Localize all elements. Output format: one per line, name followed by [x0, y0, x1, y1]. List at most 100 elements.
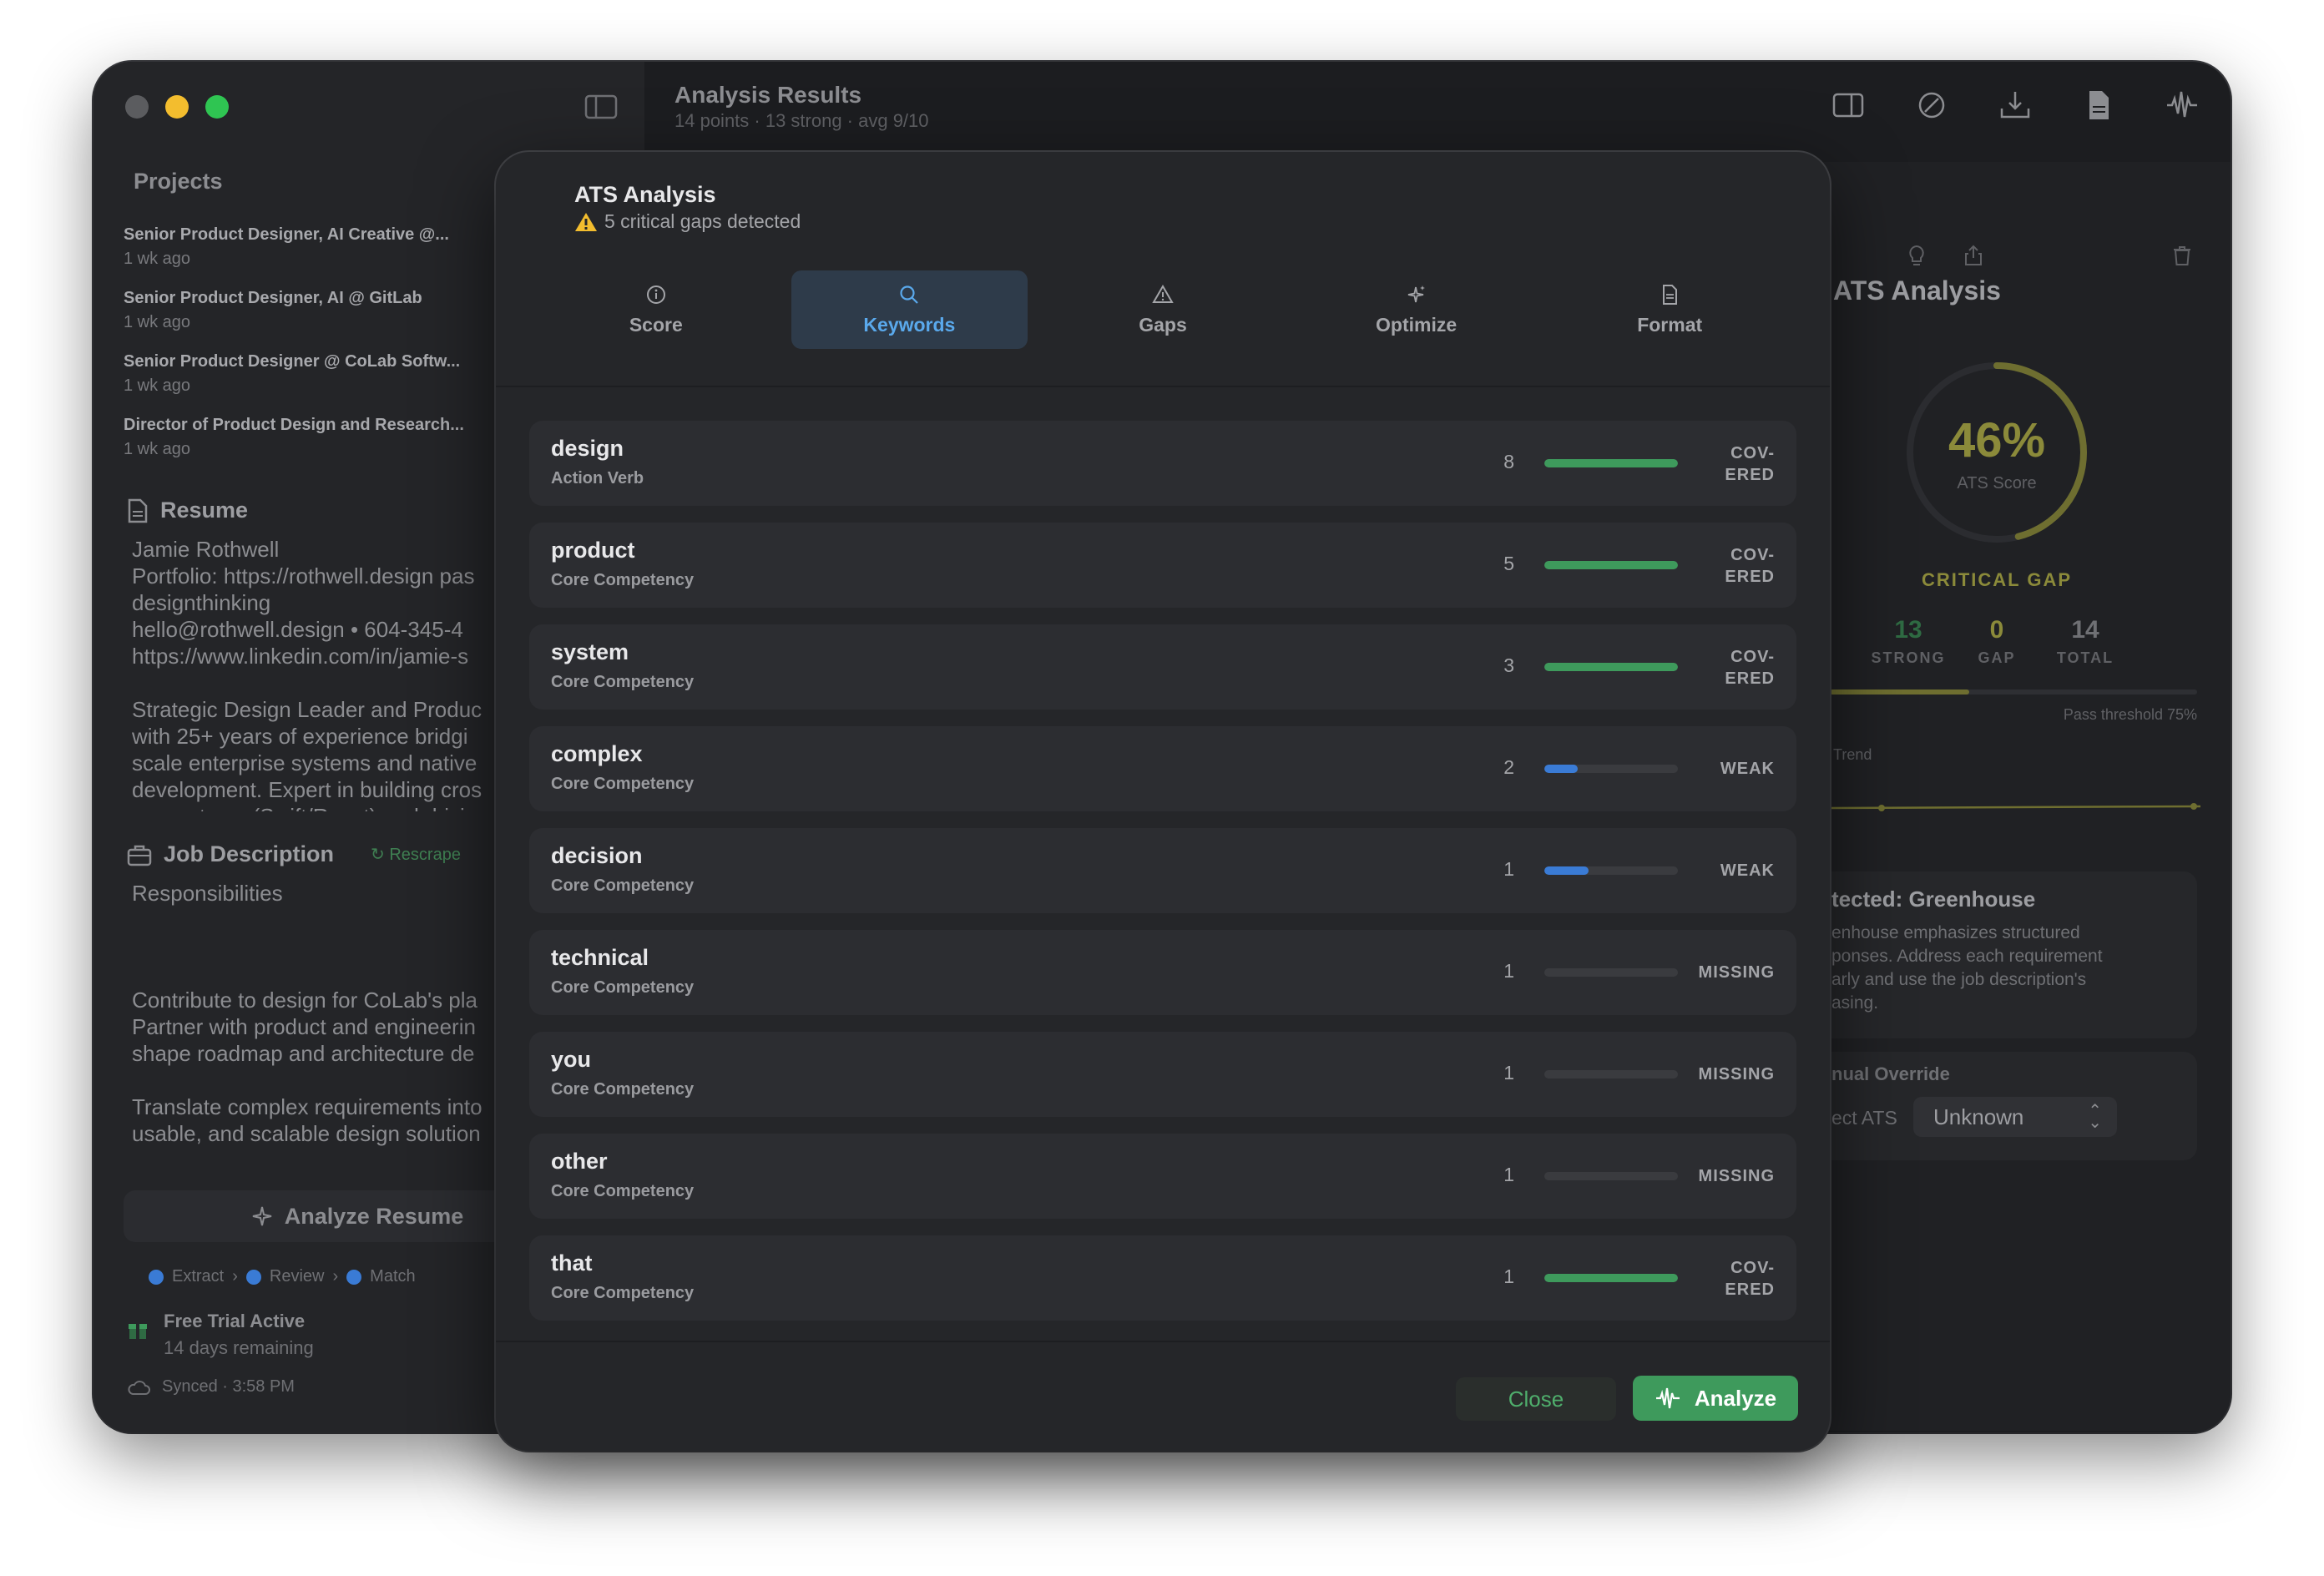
keyword-count: 1: [1503, 858, 1514, 880]
stat-total: 14 TOTAL: [2035, 616, 2135, 667]
pass-threshold-bar: [1830, 690, 2197, 695]
keyword-term: you: [551, 1047, 592, 1072]
step-match: Match: [370, 1267, 416, 1286]
rescrape-label: Rescrape: [389, 846, 461, 864]
trend-chart: [1830, 803, 2200, 811]
progress-steps: Extract › Review › Match: [149, 1267, 416, 1286]
stat-strong: 13 STRONG: [1858, 616, 1958, 667]
keyword-row[interactable]: that Core Competency 1 COV- ERED: [529, 1235, 1796, 1321]
trash-button[interactable]: [2170, 244, 2194, 271]
keyword-list[interactable]: design Action Verb 8 COV- ERED product Core C…: [529, 421, 1796, 1331]
keyword-category: Core Competency: [551, 571, 695, 589]
keyword-status: MISSING: [1698, 1065, 1775, 1084]
select-ats-dropdown[interactable]: Unknown ⌃ ⌄: [1913, 1097, 2117, 1137]
tab-label: Format: [1637, 313, 1703, 336]
warning-icon: [575, 212, 597, 231]
zoom-window-button[interactable]: [205, 95, 229, 119]
sync-status: Synced · 3:58 PM: [127, 1377, 295, 1397]
project-item[interactable]: Senior Product Designer, AI Creative @..…: [124, 225, 508, 269]
modal-title: ATS Analysis: [574, 182, 716, 207]
step-review: Review: [269, 1267, 325, 1286]
ats-analysis-title: ATS Analysis: [1833, 275, 2001, 306]
keyword-row[interactable]: decision Core Competency 1 WEAK: [529, 828, 1796, 913]
main-subtitle: 14 points · 13 strong · avg 9/10: [674, 110, 929, 131]
document-icon[interactable]: [2080, 87, 2117, 124]
analyze-resume-label: Analyze Resume: [284, 1203, 464, 1229]
tab-label: Keywords: [863, 313, 956, 336]
resume-text[interactable]: Jamie Rothwell Portfolio: https://rothwe…: [132, 536, 499, 811]
check-icon: [149, 1269, 164, 1285]
stat-gap: 0 GAP: [1947, 616, 2047, 667]
ats-score-value: 46%: [1948, 413, 2046, 467]
keyword-coverage-fill: [1544, 1274, 1678, 1282]
keyword-category: Core Competency: [551, 1080, 695, 1099]
project-name: Senior Product Designer, AI Creative @..…: [124, 225, 449, 244]
keyword-status: COV- ERED: [1725, 1259, 1775, 1299]
keyword-row[interactable]: product Core Competency 5 COV- ERED: [529, 523, 1796, 608]
job-description-text[interactable]: Responsibilities Contribute to design fo…: [132, 880, 499, 1164]
split-view-icon[interactable]: [1830, 87, 1867, 124]
resume-header: Resume: [127, 498, 248, 523]
rescrape-button[interactable]: ↻ Rescrape: [371, 844, 461, 865]
chevron-right-icon: ›: [232, 1267, 238, 1286]
sidebar-toggle-icon[interactable]: [584, 93, 618, 120]
info-icon: [646, 285, 665, 304]
keyword-term: technical: [551, 945, 649, 970]
keyword-row[interactable]: design Action Verb 8 COV- ERED: [529, 421, 1796, 506]
resume-title: Resume: [160, 498, 249, 523]
project-item[interactable]: Director of Product Design and Research.…: [124, 416, 508, 459]
keyword-coverage-fill: [1544, 663, 1678, 671]
keyword-coverage-bar: [1544, 459, 1678, 467]
keyword-count: 2: [1503, 756, 1514, 778]
keyword-row[interactable]: system Core Competency 3 COV- ERED: [529, 624, 1796, 710]
stat-value: 0: [1989, 616, 2004, 644]
select-ats-value: Unknown: [1933, 1104, 2024, 1129]
keyword-coverage-bar: [1544, 765, 1678, 773]
tab-optimize[interactable]: Optimize: [1298, 270, 1535, 349]
tab-format[interactable]: Format: [1551, 270, 1788, 349]
stat-label: TOTAL: [2056, 649, 2114, 666]
keyword-coverage-bar: [1544, 1274, 1678, 1282]
project-item[interactable]: Senior Product Designer, AI @ GitLab 1 w…: [124, 289, 508, 332]
toolbar: [1830, 87, 2200, 124]
keyword-row[interactable]: complex Core Competency 2 WEAK: [529, 726, 1796, 811]
close-button[interactable]: Close: [1456, 1377, 1616, 1421]
check-icon: [346, 1269, 362, 1285]
analyze-label: Analyze: [1694, 1385, 1777, 1411]
keyword-category: Core Competency: [551, 673, 695, 691]
ats-analysis-modal: ATS Analysis 5 critical gaps detected Sc…: [496, 152, 1830, 1451]
keyword-count: 5: [1503, 553, 1514, 574]
keyword-count: 3: [1503, 654, 1514, 676]
project-item[interactable]: Senior Product Designer @ CoLab Softw...…: [124, 352, 508, 396]
project-time: 1 wk ago: [124, 313, 191, 331]
synced-label: Synced · 3:58 PM: [162, 1377, 295, 1396]
minimize-window-button[interactable]: [165, 95, 189, 119]
keyword-row[interactable]: other Core Competency 1 MISSING: [529, 1134, 1796, 1219]
analyze-button[interactable]: Analyze: [1633, 1376, 1798, 1421]
keyword-count: 1: [1503, 1265, 1514, 1287]
tab-keywords[interactable]: Keywords: [791, 270, 1028, 349]
sparkle-icon: [1407, 285, 1425, 302]
keyword-term: that: [551, 1250, 593, 1275]
main-title: Analysis Results: [674, 82, 862, 108]
tab-score[interactable]: Score: [538, 270, 775, 349]
no-entry-icon[interactable]: [1913, 87, 1950, 124]
trial-remaining: 14 days remaining: [164, 1337, 314, 1358]
keyword-count: 1: [1503, 960, 1514, 982]
close-window-button[interactable]: [125, 95, 149, 119]
modal-warning: 5 critical gaps detected: [574, 210, 801, 233]
right-panel-tools: [1905, 244, 1985, 267]
share-icon[interactable]: [1962, 244, 1985, 267]
download-tray-icon[interactable]: [1997, 87, 2034, 124]
waveform-icon[interactable]: [2164, 87, 2200, 124]
trend-label: Trend: [1833, 746, 1872, 763]
trial-title: Free Trial Active: [164, 1311, 306, 1331]
lightbulb-icon[interactable]: [1905, 244, 1928, 267]
trial-status[interactable]: Free Trial Active 14 days remaining: [127, 1311, 314, 1359]
keyword-coverage-fill: [1544, 561, 1678, 569]
select-ats-label: ect ATS: [1831, 1107, 1897, 1129]
keyword-coverage-fill: [1544, 765, 1578, 773]
tab-gaps[interactable]: Gaps: [1044, 270, 1281, 349]
keyword-row[interactable]: you Core Competency 1 MISSING: [529, 1032, 1796, 1117]
keyword-row[interactable]: technical Core Competency 1 MISSING: [529, 930, 1796, 1015]
